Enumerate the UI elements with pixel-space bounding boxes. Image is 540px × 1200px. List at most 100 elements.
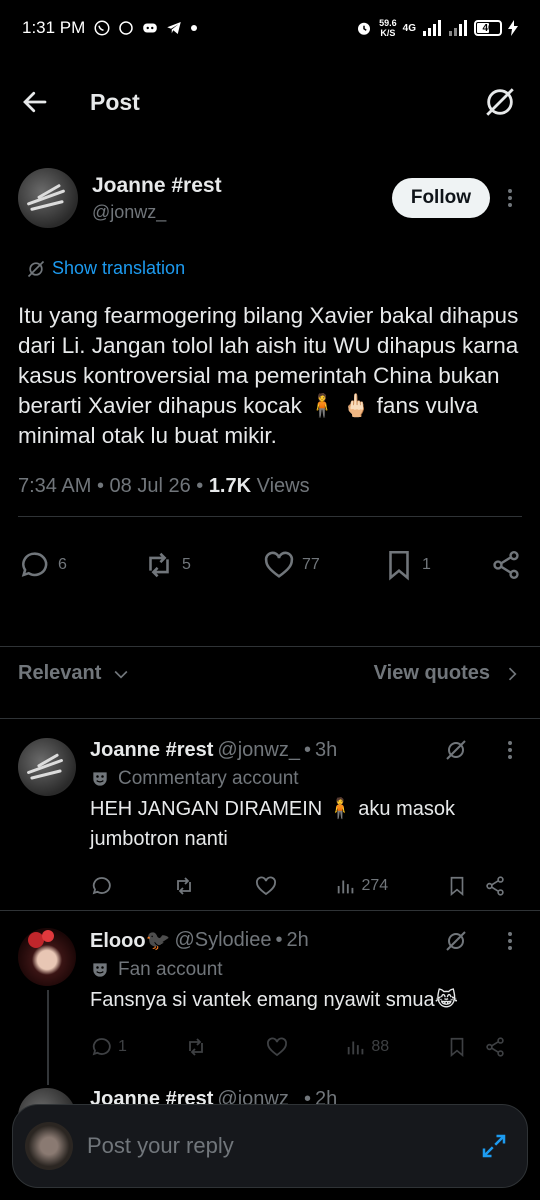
account-label: Commentary account [90, 768, 522, 790]
reply-item[interactable]: Joanne #rest @jonwz_ • 3h Commentary acc… [18, 738, 522, 898]
heart-icon[interactable] [265, 1035, 289, 1059]
bar-chart-icon [348, 1041, 364, 1055]
signal-icon [423, 20, 441, 36]
views-count: 274 [361, 877, 389, 894]
heart-icon[interactable] [254, 874, 278, 898]
reply-divider [0, 910, 540, 911]
view-quotes-link[interactable]: View quotes [374, 662, 522, 685]
reply-actions: 1 88 [90, 1035, 506, 1059]
grok-icon [486, 88, 514, 116]
reply-actions: 274 [90, 874, 506, 898]
my-avatar [25, 1122, 73, 1170]
whatsapp-icon [94, 20, 110, 36]
reply-text: HEH JANGAN DIRAMEIN 🧍 aku masok jumbotro… [90, 798, 455, 850]
charging-icon [508, 20, 518, 36]
status-time: 1:31 PM [22, 18, 86, 37]
like-button[interactable]: 77 [262, 548, 382, 582]
theater-mask-icon [93, 772, 107, 786]
system-icons: 59.6 K/S 4G 40 [355, 18, 518, 38]
repost-icon[interactable] [184, 1035, 208, 1059]
post-date: 08 Jul 26 [109, 475, 191, 497]
reply-button[interactable]: 1 [90, 1035, 127, 1059]
arrow-left-icon [23, 91, 47, 113]
reply-author-name[interactable]: Joanne #rest [90, 739, 213, 762]
show-translation-label: Show translation [52, 258, 186, 278]
views-button[interactable]: 88 [345, 1036, 389, 1058]
views-label: Views [256, 475, 310, 497]
reply-author-handle: @jonwz_ [217, 738, 300, 761]
views-count: 88 [371, 1038, 390, 1055]
author-avatar[interactable] [18, 168, 78, 228]
show-translation-link[interactable]: Show translation [26, 258, 522, 279]
grok-button[interactable] [480, 82, 520, 122]
repost-icon[interactable] [172, 874, 196, 898]
reply-author-handle: @Sylodiee [174, 929, 272, 951]
views-count: 1.7K [208, 475, 252, 497]
account-label: Fan account [90, 959, 522, 981]
post-time: 7:34 AM [18, 475, 92, 497]
repost-button[interactable]: 5 [142, 548, 262, 582]
reply-author-name[interactable]: Elooo🐦‍⬛ [90, 928, 170, 953]
more-options-button[interactable] [498, 189, 522, 207]
chevron-right-icon [508, 667, 517, 680]
grok-icon[interactable] [444, 738, 468, 762]
page-title: Post [90, 88, 140, 115]
like-count: 77 [302, 556, 320, 573]
bookmark-count: 1 [422, 556, 431, 573]
bookmark-icon[interactable] [446, 875, 468, 897]
comment-icon [92, 1038, 111, 1056]
author-row: Joanne #rest @jonwz_ Follow [18, 165, 522, 231]
reply-avatar[interactable] [18, 928, 76, 986]
post-meta: 7:34 AM • 08 Jul 26 • 1.7K Views [18, 475, 310, 497]
comment-icon[interactable] [90, 874, 114, 898]
grok-icon[interactable] [444, 929, 468, 953]
dot-icon [191, 25, 198, 31]
reply-item[interactable]: Elooo🐦‍⬛ @Sylodiee • 2h Fan account Fans… [18, 928, 522, 1059]
bookmark-icon [389, 550, 409, 581]
reply-time: 3h [314, 738, 338, 761]
back-button[interactable] [20, 74, 76, 130]
views-button[interactable]: 274 [335, 875, 388, 897]
reply-avatar[interactable] [18, 738, 76, 796]
bookmark-button[interactable]: 1 [382, 548, 486, 582]
reply-sort-bar: Relevant View quotes [18, 662, 522, 685]
theater-mask-icon [93, 963, 107, 977]
section-divider [0, 646, 540, 647]
author-info: Joanne #rest @jonwz_ [92, 174, 222, 223]
share-icon[interactable] [484, 1036, 506, 1058]
notification-icons [93, 19, 199, 37]
post-actions: 6 5 77 1 [18, 517, 522, 613]
grok-icon [27, 260, 45, 277]
network-type: 4G [402, 22, 416, 34]
comment-icon [21, 552, 48, 577]
relevant-dropdown[interactable]: Relevant [18, 662, 131, 685]
author-handle[interactable]: @jonwz_ [92, 202, 222, 223]
chat-bubble-icon [119, 21, 134, 35]
bar-chart-icon [338, 880, 354, 894]
net-speed: 59.6 K/S [379, 18, 397, 38]
status-bar: 1:31 PM 59.6 K/S 4G 40 [0, 0, 540, 56]
chevron-down-icon [114, 670, 128, 679]
reply-more-button[interactable] [498, 931, 522, 950]
repost-count: 5 [182, 556, 191, 573]
reply-count: 6 [58, 556, 67, 573]
share-button[interactable] [490, 549, 522, 581]
telegram-icon [167, 22, 182, 34]
view-quotes-label: View quotes [373, 662, 490, 684]
reply-input[interactable]: Post your reply [87, 1133, 234, 1159]
share-icon[interactable] [484, 875, 506, 897]
section-divider [0, 718, 540, 719]
main-post: Joanne #rest @jonwz_ Follow Show transla… [18, 165, 522, 613]
discord-icon [143, 23, 158, 33]
author-name[interactable]: Joanne #rest [92, 174, 222, 198]
reply-button[interactable]: 6 [18, 548, 142, 582]
heart-icon [264, 551, 294, 578]
reply-more-button[interactable] [498, 741, 522, 759]
bookmark-icon[interactable] [446, 1036, 468, 1058]
reply-composer[interactable]: Post your reply [12, 1104, 528, 1188]
reply-count: 1 [118, 1038, 127, 1055]
relevant-label: Relevant [18, 662, 102, 684]
alarm-icon [358, 22, 371, 35]
expand-icon[interactable] [479, 1131, 509, 1161]
follow-button[interactable]: Follow [391, 178, 490, 218]
